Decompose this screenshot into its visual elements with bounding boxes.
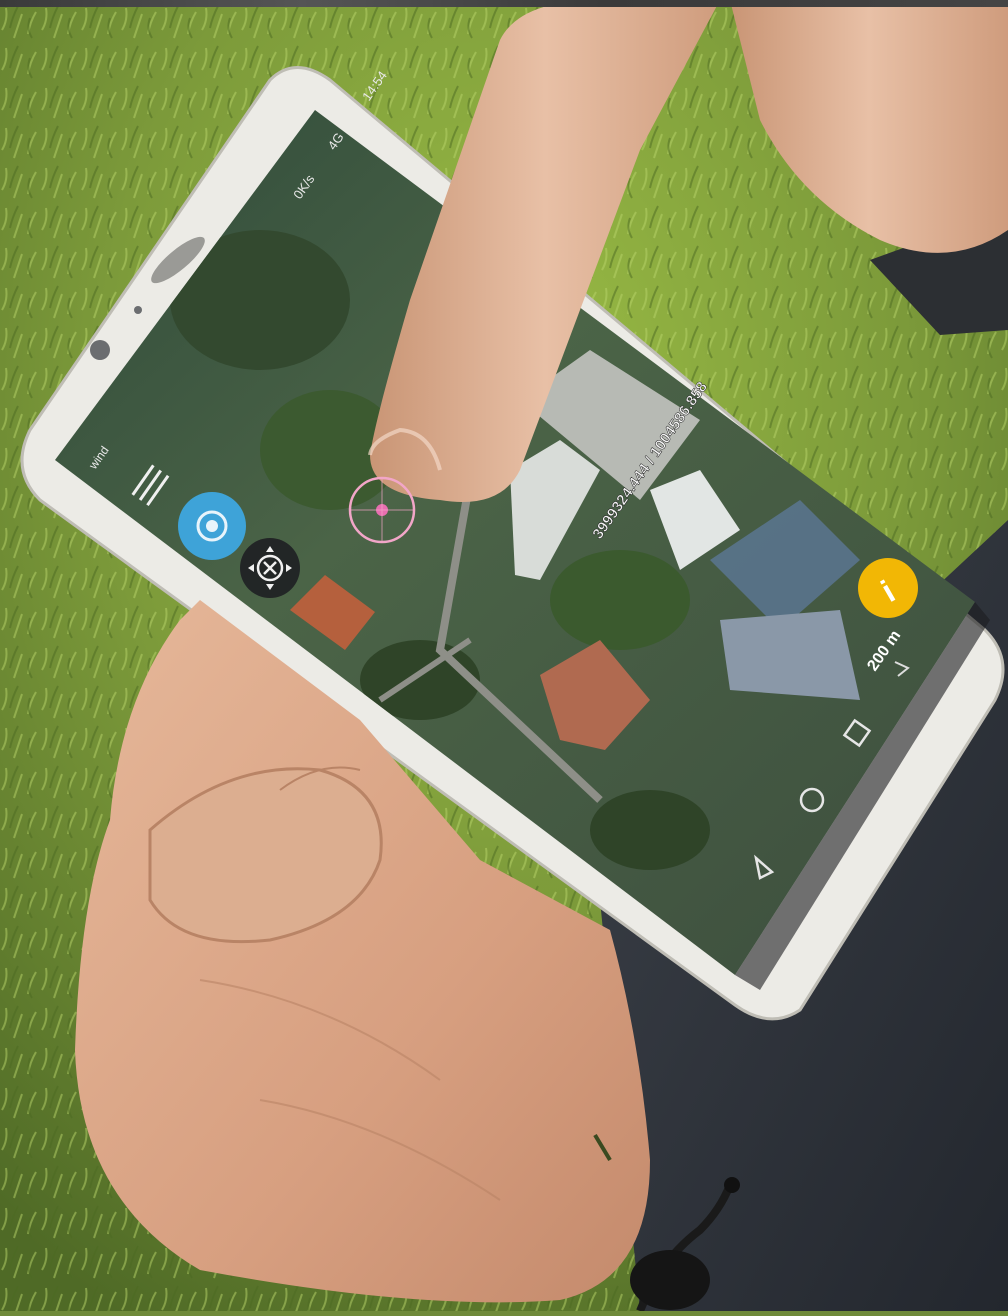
hamburger-menu-icon [131,464,170,507]
status-bar: 0K/s 4G 14:54 [290,68,390,202]
status-time: 14:54 [359,68,390,103]
move-button[interactable] [240,538,300,598]
scale-tick [894,661,910,677]
menu-button[interactable] [131,464,170,507]
status-speed: 0K/s [290,171,317,201]
locate-button[interactable] [178,492,246,560]
status-signal: 4G [325,130,347,153]
location-marker[interactable] [348,476,416,544]
scale-bar: 200 m [864,627,904,674]
scale-label: 200 m [864,627,904,674]
recent-square-icon [842,718,872,748]
nav-recent-button[interactable] [842,718,872,748]
coordinates-readout: 3999324.444 / 1004586.858 [589,379,711,543]
phone-ui-overlay: 0K/s 4G 14:54 wind 3999324.444 / 1004586… [85,68,918,880]
coordinates-text: 3999324.444 / 1004586.858 [589,379,711,542]
nav-home-button[interactable] [799,787,825,813]
nav-back-button[interactable] [754,854,775,880]
status-left: wind [85,443,111,472]
status-carrier: wind [85,443,111,472]
info-button[interactable]: i [858,558,918,618]
home-circle-icon [799,787,825,813]
back-triangle-icon [754,854,775,880]
